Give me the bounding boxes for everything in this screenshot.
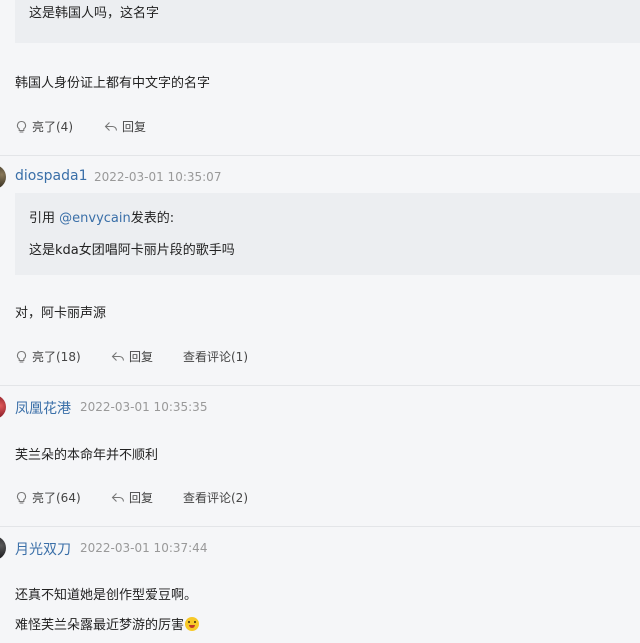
comment-body-text: 难怪芙兰朵露最近梦游的厉害 [15, 618, 185, 633]
comment-thread: 这是韩国人吗，这名字 韩国人身份证上都有中文字的名字 亮了(4) 回复 dios… [0, 0, 640, 643]
divider [0, 526, 640, 527]
comment-body: 对，阿卡丽声源 [15, 306, 107, 321]
like-label: 亮了(18) [32, 350, 81, 364]
avatar[interactable] [0, 395, 6, 419]
divider [0, 155, 640, 156]
lightbulb-icon [16, 491, 27, 504]
reply-button[interactable]: 回复 [111, 348, 153, 365]
quote-text: 这是kda女团唱阿卡丽片段的歌手吗 [29, 243, 235, 258]
reply-label: 回复 [129, 491, 154, 505]
reply-label: 回复 [122, 120, 147, 134]
reply-arrow-icon [104, 121, 118, 131]
avatar[interactable] [0, 536, 6, 560]
comment-body: 韩国人身份证上都有中文字的名字 [15, 76, 211, 91]
timestamp: 2022-03-01 10:37:44 [80, 541, 208, 555]
comment-body: 芙兰朵的本命年并不顺利 [15, 448, 159, 463]
reply-arrow-icon [111, 351, 125, 361]
lightbulb-icon [16, 350, 27, 363]
comment-body-line: 还真不知道她是创作型爱豆啊。 [15, 588, 198, 603]
comment-body-line: 难怪芙兰朵露最近梦游的厉害 [15, 614, 200, 633]
like-button[interactable]: 亮了(18) [15, 348, 81, 365]
quote-block: 这是韩国人吗，这名字 [15, 0, 640, 43]
view-comments-button[interactable]: 查看评论(2) [183, 489, 248, 506]
like-button[interactable]: 亮了(4) [15, 118, 73, 135]
quote-text: 这是韩国人吗，这名字 [29, 6, 160, 21]
reply-button[interactable]: 回复 [111, 489, 153, 506]
reply-label: 回复 [129, 350, 154, 364]
like-label: 亮了(4) [32, 120, 73, 134]
like-button[interactable]: 亮了(64) [15, 489, 81, 506]
like-label: 亮了(64) [32, 491, 81, 505]
timestamp: 2022-03-01 10:35:35 [80, 400, 208, 414]
username-link[interactable]: 月光双刀 [15, 539, 71, 559]
quote-header: 引用 @envycain发表的: [29, 207, 174, 226]
quote-prefix: 引用 [29, 211, 60, 226]
mention-link[interactable]: @envycain [59, 211, 131, 226]
quote-suffix: 发表的: [130, 211, 175, 226]
reply-button[interactable]: 回复 [104, 118, 146, 135]
quote-block: 引用 @envycain发表的: 这是kda女团唱阿卡丽片段的歌手吗 [15, 193, 640, 275]
username-link[interactable]: 凤凰花港 [15, 398, 71, 418]
divider [0, 385, 640, 386]
grinning-face-emoji-icon [185, 617, 200, 631]
avatar[interactable] [0, 165, 6, 189]
timestamp: 2022-03-01 10:35:07 [94, 170, 222, 184]
reply-arrow-icon [111, 492, 125, 502]
username-link[interactable]: diospada1 [15, 168, 87, 184]
lightbulb-icon [16, 120, 27, 133]
view-comments-button[interactable]: 查看评论(1) [183, 348, 248, 365]
view-comments-label: 查看评论(1) [183, 350, 248, 364]
view-comments-label: 查看评论(2) [183, 491, 248, 505]
